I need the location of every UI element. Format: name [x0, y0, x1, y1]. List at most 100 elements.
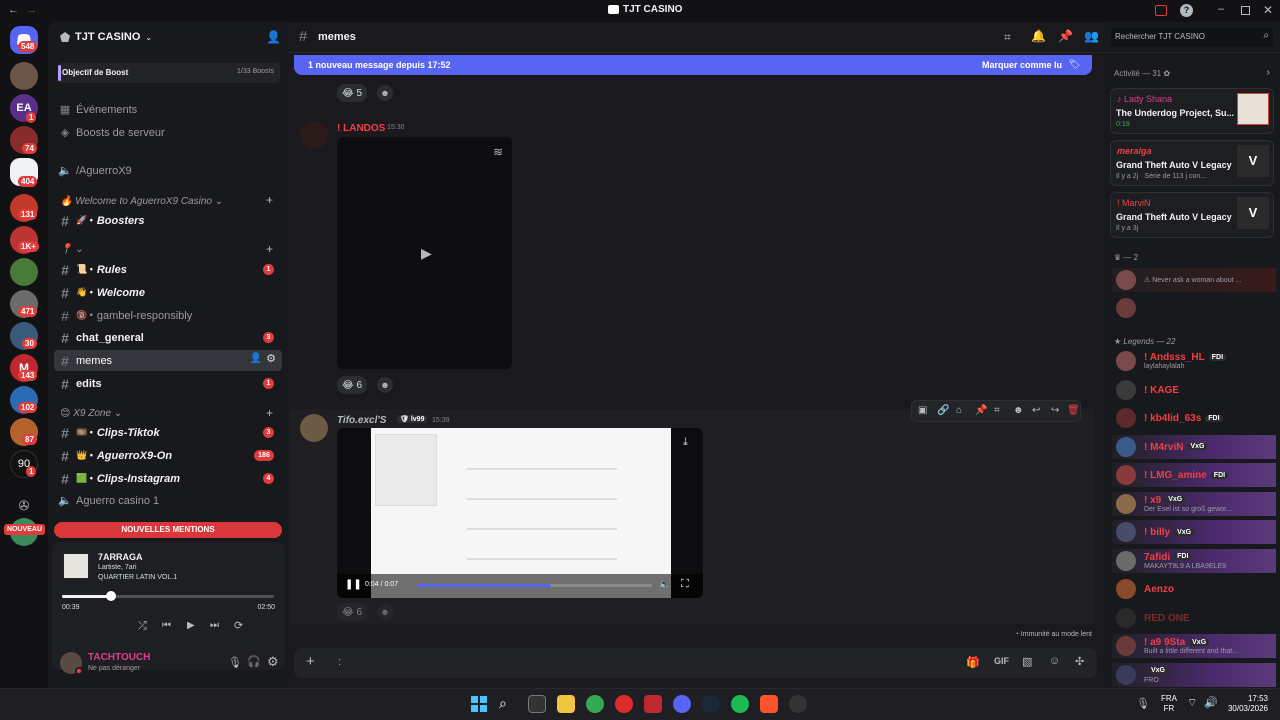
clock[interactable]: 17:53 30/03/2026: [1218, 694, 1268, 714]
server-header[interactable]: TJT CASINO ⌄: [60, 31, 152, 43]
add-reaction-icon[interactable]: ☻: [377, 85, 393, 101]
channel-clips-instagram[interactable]: # 🟩 • Clips-Instagram 4: [54, 468, 282, 489]
member-row[interactable]: ! M4rviN VxG: [1112, 434, 1276, 459]
channel-chat-general[interactable]: # chat_general 3: [54, 327, 282, 348]
add-channel-icon[interactable]: +: [266, 406, 273, 420]
add-reaction-icon[interactable]: ☻: [377, 377, 393, 393]
member-row[interactable]: ! a9 9Sta VxG Built a little different and…: [1112, 634, 1276, 658]
add-reaction-icon[interactable]: ☻: [377, 604, 393, 620]
new-servers-pill[interactable]: NOUVEAU: [4, 524, 46, 535]
server-icon-5[interactable]: [10, 258, 38, 286]
activity-card[interactable]: meraiga Grand Theft Auto V Legacy Il y a…: [1110, 140, 1274, 186]
notification-bell-icon[interactable]: 🔔: [1031, 29, 1046, 43]
channel-rules[interactable]: # 📜 • Rules 1: [54, 259, 282, 280]
new-messages-banner[interactable]: 1 nouveau message depuis 17:52 Marquer c…: [294, 55, 1092, 75]
obs-icon[interactable]: [789, 695, 807, 713]
back-arrow-icon[interactable]: ←: [8, 4, 19, 16]
message-author[interactable]: Tifo.excl'S: [337, 415, 386, 426]
message-author[interactable]: ! LANDOS: [337, 123, 385, 134]
copy-link-icon[interactable]: 🔗: [937, 405, 949, 416]
volume-icon[interactable]: 🔈: [659, 579, 670, 590]
category-welcome[interactable]: 🔥 Welcome to AguerroX9 Casino ⌄: [60, 196, 223, 207]
previous-track-icon[interactable]: ⏮: [162, 620, 171, 631]
add-reaction-icon[interactable]: ☻: [1013, 405, 1024, 416]
reaction-laugh[interactable]: 😂 6: [337, 376, 368, 394]
maximize-icon[interactable]: [1241, 6, 1250, 15]
add-attachment-icon[interactable]: +: [306, 653, 315, 670]
pause-icon[interactable]: ❚❚: [345, 579, 362, 590]
member-row[interactable]: VxG FRO: [1112, 662, 1276, 687]
sticker-icon[interactable]: ▧: [1022, 655, 1032, 668]
member-row[interactable]: ! kb4lid_63s FDI: [1112, 406, 1276, 430]
username[interactable]: TACHTOUCH: [88, 652, 150, 663]
member-row[interactable]: RED ONE: [1112, 606, 1276, 630]
channel-gambel-responsibly[interactable]: # 🔞 • gambel-responsibly: [54, 305, 282, 326]
channel-clips-tiktok[interactable]: # 🎞️ • Clips-Tiktok 3: [54, 422, 282, 443]
channel-boosters[interactable]: # 🚀 • Boosters: [54, 210, 282, 231]
activity-card[interactable]: ♪ Lady Shana The Underdog Project, Su...…: [1110, 88, 1274, 134]
reaction-laugh[interactable]: 😂 6: [337, 603, 368, 621]
minimize-icon[interactable]: –: [1218, 3, 1224, 15]
video-attachment[interactable]: ≋ ▶: [337, 137, 512, 369]
task-view-icon[interactable]: [528, 695, 546, 713]
search-input[interactable]: Rechercher TJT CASINO ⌕: [1111, 28, 1273, 47]
avatar[interactable]: [300, 121, 328, 149]
create-invite-icon[interactable]: 👤: [250, 353, 262, 364]
wifi-icon[interactable]: ⌔: [1187, 696, 1197, 710]
composer-input[interactable]: :: [338, 656, 341, 668]
discord-taskbar-icon[interactable]: [673, 695, 691, 713]
member-row[interactable]: ! KAGE: [1112, 378, 1276, 402]
video-player[interactable]: ⤓ ❚❚ 0:04 / 0:07 🔈 ⛶: [337, 428, 703, 598]
video-progress-bar[interactable]: [417, 584, 652, 587]
add-channel-icon[interactable]: +: [266, 193, 273, 207]
member-row[interactable]: 7afidi FDI MAKAYT9L9 A LBA9ELE9: [1112, 548, 1276, 573]
new-mentions-button[interactable]: NOUVELLES MENTIONS: [54, 522, 282, 538]
volume-tray-icon[interactable]: 🔊: [1204, 696, 1218, 709]
reply-icon[interactable]: ↩: [1032, 405, 1040, 416]
app-icon[interactable]: [644, 695, 662, 713]
member-row[interactable]: ! x9 VxG Der Esel ist so groß gewor...: [1112, 491, 1276, 516]
app-actions-icon[interactable]: ▣: [918, 405, 927, 416]
server-icon-1[interactable]: [10, 62, 38, 90]
headphones-icon[interactable]: 🎧: [247, 655, 261, 668]
channel-edits[interactable]: # edits 1: [54, 373, 282, 394]
windows-start-icon[interactable]: [470, 695, 488, 713]
fullscreen-icon[interactable]: ⛶: [681, 578, 689, 591]
activity-card[interactable]: ! MarviN Grand Theft Auto V Legacy Il y …: [1110, 192, 1274, 238]
shuffle-icon[interactable]: ⤮: [138, 620, 147, 633]
member-row[interactable]: ⚠ Never ask a woman about ...: [1112, 268, 1276, 292]
mark-as-read-button[interactable]: Marquer comme lu: [982, 60, 1062, 70]
spotify-icon[interactable]: [731, 695, 749, 713]
server-boosts-link[interactable]: ◈ Boosts de serveur: [54, 122, 282, 143]
forward-arrow-icon[interactable]: →: [26, 4, 37, 16]
channel-settings-gear-icon[interactable]: ⚙: [266, 352, 276, 365]
brave-icon[interactable]: [760, 695, 778, 713]
add-channel-icon[interactable]: +: [266, 242, 273, 256]
member-row[interactable]: Aenzo: [1112, 577, 1276, 601]
opera-icon[interactable]: [615, 695, 633, 713]
download-icon[interactable]: ⤓: [683, 436, 688, 449]
bookmark-icon[interactable]: ⌂: [956, 405, 962, 416]
forward-icon[interactable]: ↪: [1051, 405, 1059, 416]
channel-aguerrox9-on[interactable]: # 👑 • AguerroX9-On 186: [54, 445, 282, 466]
avatar[interactable]: [300, 414, 328, 442]
track-progress-bar[interactable]: [62, 591, 274, 601]
emoji-icon[interactable]: ☺: [1049, 655, 1060, 667]
pinned-messages-icon[interactable]: 📌: [1058, 29, 1073, 43]
microphone-icon[interactable]: 🎙: [228, 656, 242, 669]
reaction-laugh[interactable]: 😂 5: [337, 84, 368, 102]
track-scrubber-handle[interactable]: [105, 591, 116, 601]
channel-memes[interactable]: # memes 👤 ⚙: [54, 350, 282, 371]
thread-icon[interactable]: ⌗: [994, 405, 1000, 416]
help-icon[interactable]: ?: [1180, 4, 1193, 17]
voice-channel-aguerro-casino-1[interactable]: 🔈 Aguerro casino 1: [54, 490, 282, 511]
mercedes-server-icon[interactable]: ✇: [10, 492, 38, 520]
steam-icon[interactable]: [702, 695, 720, 713]
gift-icon[interactable]: 🎁: [966, 656, 980, 669]
delete-icon[interactable]: 🗑: [1067, 405, 1080, 416]
boost-goal-bar[interactable]: Objectif de Boost 1/33 Boosts: [58, 63, 280, 83]
apps-icon[interactable]: ✣: [1075, 655, 1084, 668]
threads-icon[interactable]: ⌗: [1004, 30, 1011, 45]
chrome-icon[interactable]: [586, 695, 604, 713]
language-indicator[interactable]: FRA FR: [1161, 694, 1177, 714]
